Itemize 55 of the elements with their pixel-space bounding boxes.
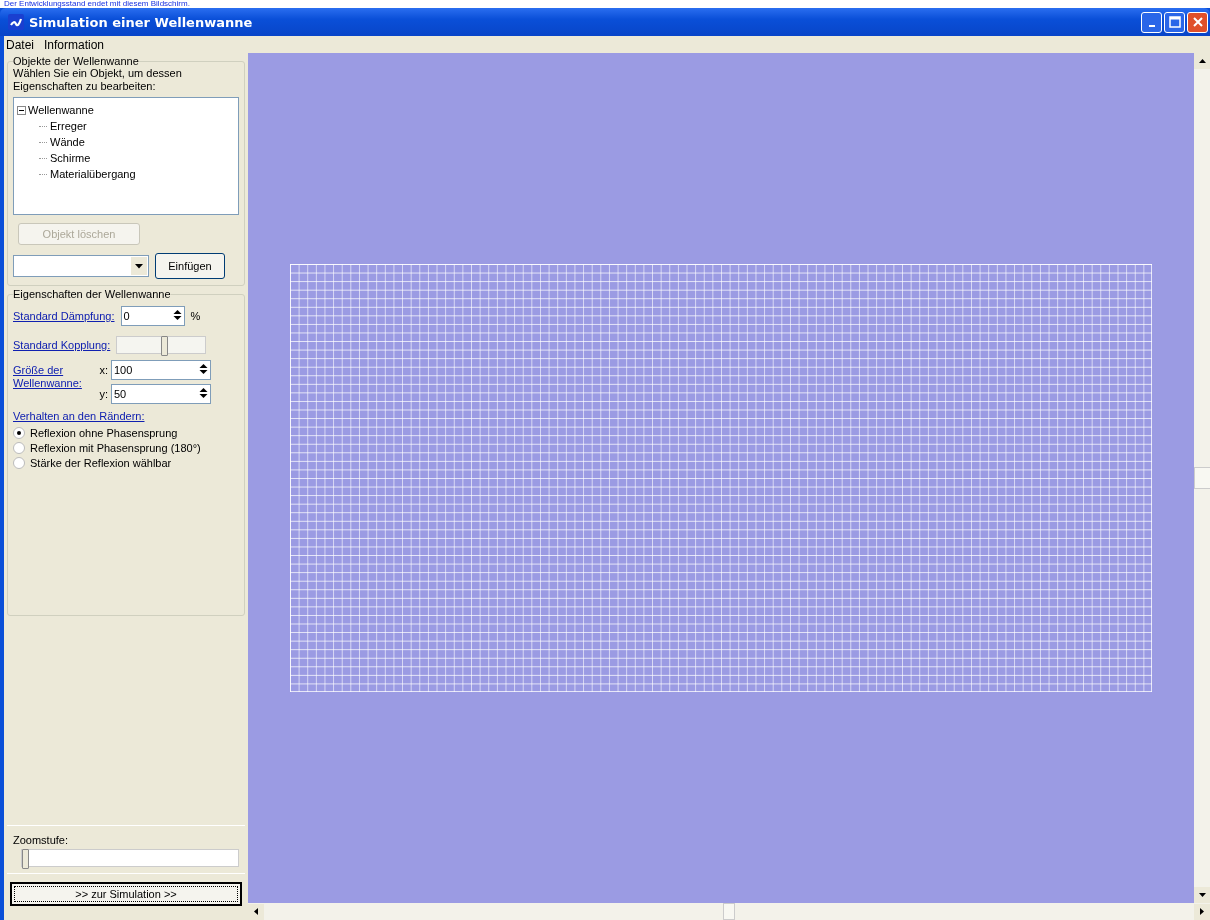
minimize-button[interactable]	[1141, 11, 1162, 33]
damping-spinbox[interactable]: 0	[120, 306, 185, 326]
scroll-left-icon	[254, 908, 258, 915]
tree-item[interactable]: Wellenwanne	[28, 104, 94, 116]
scroll-thumb[interactable]	[723, 903, 735, 920]
zoom-label: Zoomstufe:	[13, 834, 70, 846]
spinner-arrows-icon	[172, 309, 182, 321]
radio-button[interactable]	[13, 456, 25, 469]
vertical-scrollbar[interactable]	[1194, 53, 1210, 903]
group-title: Objekte der Wellenwanne	[13, 55, 139, 67]
minimize-icon	[1148, 24, 1155, 27]
app-icon	[8, 14, 24, 30]
radio-button[interactable]	[13, 426, 25, 439]
maximize-button[interactable]	[1164, 11, 1185, 33]
radio-button[interactable]	[13, 441, 25, 454]
axis-label: x:	[99, 364, 108, 376]
scroll-up-icon	[1198, 59, 1206, 63]
scroll-right-icon	[1200, 908, 1204, 915]
caption-text: Der Entwicklungsstand endet mit diesem Bildschirm.	[3, 0, 191, 8]
radio-label[interactable]: Reflexion ohne Phasensprung	[30, 426, 178, 439]
height-spinbox[interactable]: 50	[111, 384, 211, 404]
maximize-icon	[1168, 16, 1181, 28]
tree-item[interactable]: Erreger	[50, 120, 87, 132]
boundary-link[interactable]: Verhalten an den Rändern:	[13, 410, 239, 422]
slider-thumb[interactable]	[22, 849, 29, 869]
width-spinbox[interactable]: 100	[111, 360, 211, 380]
close-icon	[1191, 16, 1204, 28]
tree-item[interactable]: Materialübergang	[50, 168, 136, 180]
spinner-arrows-icon	[199, 387, 208, 399]
instruction-text: Wählen Sie ein Objekt, um dessen Eigenschaften zu bearbeiten:	[13, 67, 183, 93]
collapse-icon[interactable]	[17, 105, 26, 115]
tree-item[interactable]: Schirme	[50, 152, 91, 164]
coupling-slider[interactable]	[116, 336, 207, 354]
group-title: Eigenschaften der Wellenwanne	[13, 288, 171, 300]
coupling-link[interactable]: Standard Kopplung:	[13, 339, 111, 351]
menu-item[interactable]: Datei	[6, 37, 34, 52]
slider-thumb[interactable]	[161, 336, 169, 356]
radio-label[interactable]: Stärke der Reflexion wählbar	[30, 456, 172, 469]
spinner-arrows-icon	[199, 363, 208, 375]
close-button[interactable]	[1187, 11, 1208, 33]
scroll-down-icon	[1198, 893, 1206, 897]
tree-item[interactable]: Wände	[50, 136, 85, 148]
dropdown-arrow-icon	[135, 263, 143, 269]
unit-label: %	[190, 310, 201, 322]
axis-label: y:	[99, 388, 108, 400]
horizontal-scrollbar[interactable]	[248, 903, 1210, 920]
radio-label[interactable]: Reflexion mit Phasensprung (180°)	[30, 441, 201, 454]
window-title: Simulation einer Wellenwanne	[29, 14, 253, 30]
zoom-slider[interactable]	[21, 849, 239, 867]
object-type-dropdown[interactable]	[13, 255, 149, 277]
size-link[interactable]: Größe der Wellenwanne:	[13, 364, 83, 390]
insert-button[interactable]: Einfügen	[155, 253, 225, 279]
simulation-button[interactable]: >> zur Simulation >>	[10, 882, 242, 906]
menu-item[interactable]: Information	[44, 37, 105, 52]
damping-link[interactable]: Standard Dämpfung:	[13, 310, 115, 322]
